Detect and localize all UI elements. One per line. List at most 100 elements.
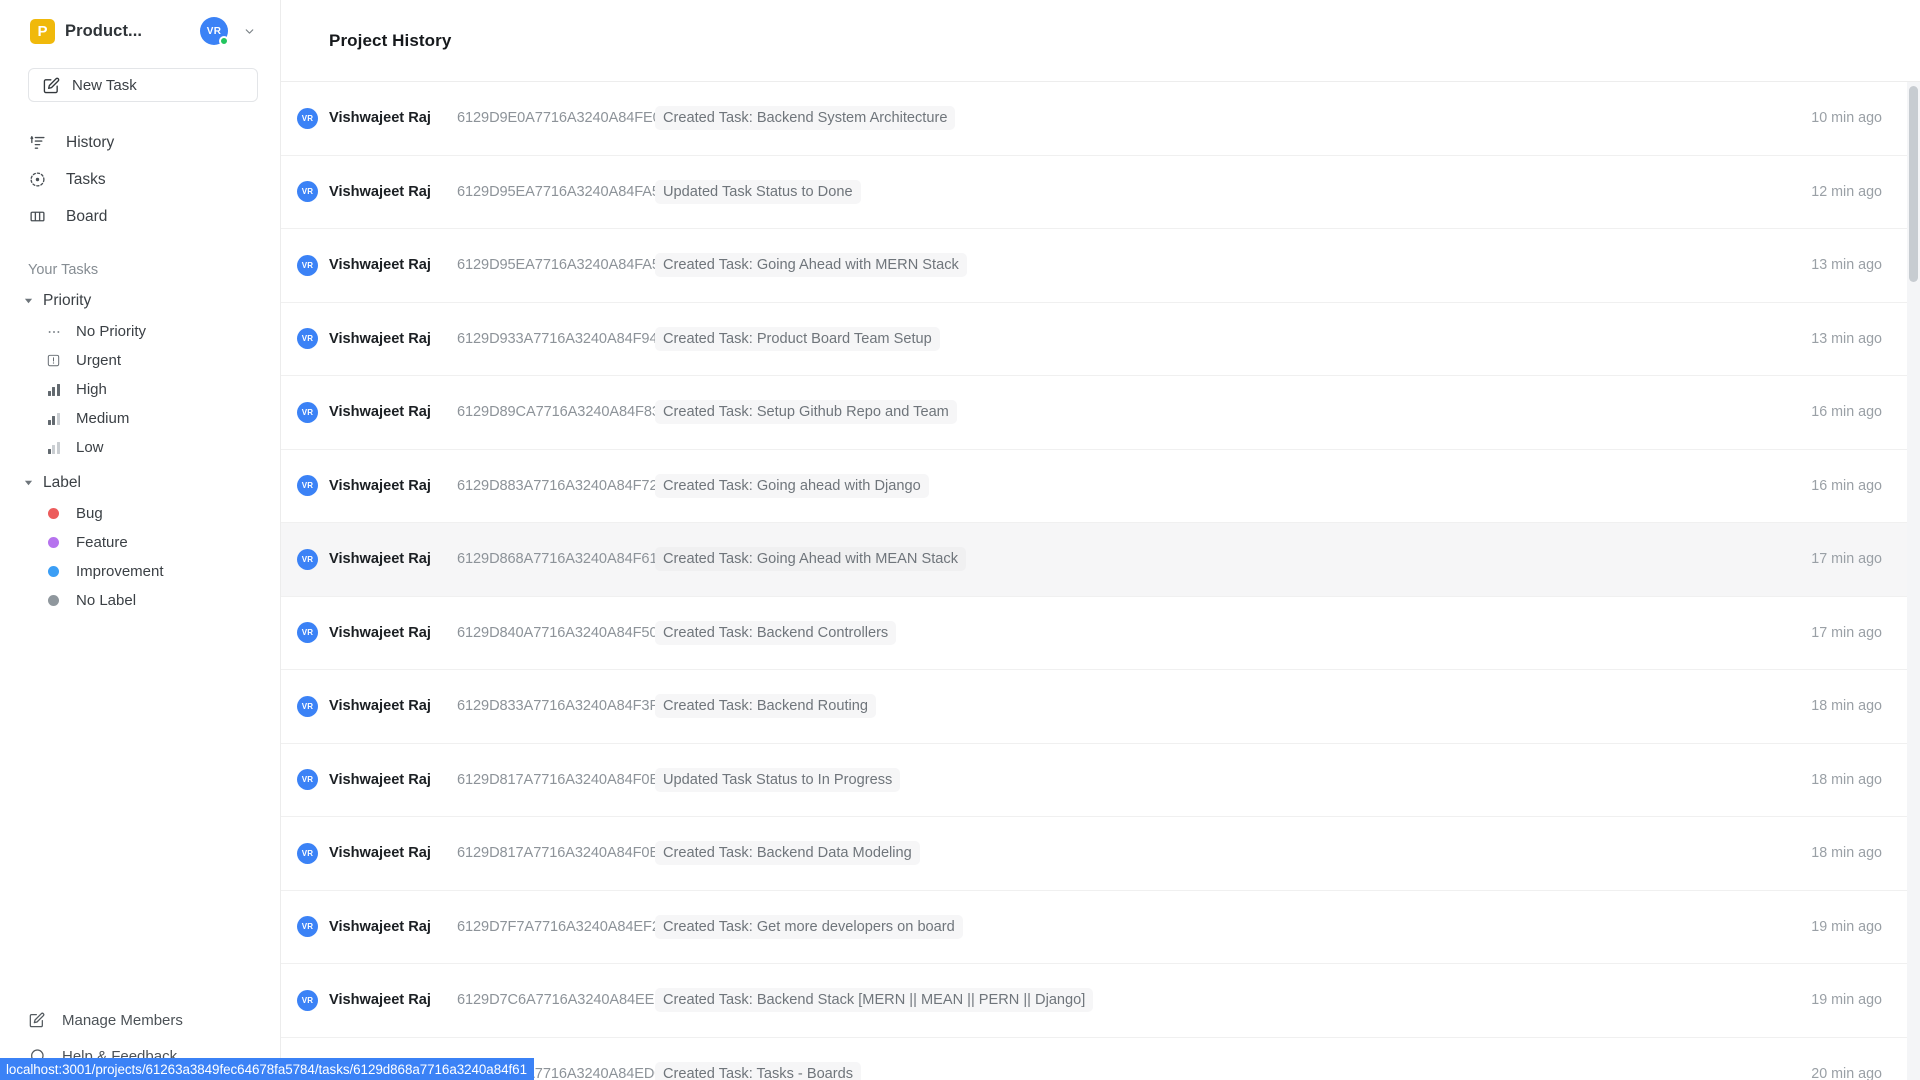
sidebar-item-medium[interactable]: Medium — [0, 404, 280, 433]
history-row-user: Vishwajeet Raj — [329, 551, 431, 568]
history-row[interactable]: VR Vishwajeet Raj 6129D933A7716A3240A84F94… — [281, 303, 1920, 376]
sidebar-item-low[interactable]: Low — [0, 433, 280, 462]
sidebar-item-board-label: Board — [66, 207, 108, 225]
your-tasks-section-title: Your Tasks — [28, 262, 99, 278]
sidebar-item-board[interactable]: Board — [0, 198, 280, 235]
history-row[interactable]: VR Vishwajeet Raj 6129D7F7A7716A3240A84EF2… — [281, 891, 1920, 964]
history-row-user: Vishwajeet Raj — [329, 404, 431, 421]
history-row-task-id: 6129D7F7A7716A3240A84EF2 — [457, 918, 660, 935]
history-row-time: 16 min ago — [1811, 404, 1882, 421]
history-row[interactable]: VR Vishwajeet Raj 6129D833A7716A3240A84F3F… — [281, 670, 1920, 744]
workspace-logo: P — [30, 18, 55, 44]
avatar: VR — [297, 254, 318, 276]
history-row-action: Updated Task Status to Done — [655, 179, 861, 204]
avatar: VR — [297, 107, 318, 129]
triangle-down-icon — [22, 477, 34, 489]
label-color-dot-icon — [46, 535, 61, 550]
label-group-header[interactable]: Label — [0, 466, 280, 499]
workspace-header[interactable]: P Product... VR — [0, 0, 280, 62]
sidebar-item-improvement[interactable]: Improvement — [0, 557, 280, 586]
sidebar-item-tasks[interactable]: Tasks — [0, 161, 280, 198]
history-row-time: 18 min ago — [1811, 698, 1882, 715]
history-row-time: 13 min ago — [1811, 330, 1882, 347]
sidebar-item-no-priority-label: No Priority — [76, 323, 147, 340]
history-row-action: Created Task: Backend System Architectur… — [655, 106, 956, 131]
history-row[interactable]: VR Vishwajeet Raj 6129D817A7716A3240A84F0E… — [281, 817, 1920, 891]
history-row-action: Updated Task Status to In Progress — [655, 767, 901, 792]
sidebar-item-improvement-label: Improvement — [76, 563, 164, 580]
edit-square-icon — [28, 1011, 46, 1029]
history-row-user: Vishwajeet Raj — [329, 624, 431, 641]
history-row-user: Vishwajeet Raj — [329, 110, 431, 127]
sidebar-item-no-label-label: No Label — [76, 592, 137, 609]
avatar[interactable]: VR — [200, 17, 229, 46]
sidebar-item-history-label: History — [66, 133, 115, 151]
workspace-name: Product... — [65, 21, 143, 40]
sidebar-item-tasks-label: Tasks — [66, 170, 106, 188]
history-row[interactable]: VR Vishwajeet Raj 6129D868A7716A3240A84F61… — [281, 523, 1920, 597]
new-task-button[interactable]: New Task — [28, 68, 258, 102]
avatar: VR — [297, 622, 318, 644]
history-row-action: Created Task: Going Ahead with MEAN Stac… — [655, 547, 966, 572]
history-row-time: 17 min ago — [1811, 551, 1882, 568]
history-row[interactable]: VR Vishwajeet Raj 6129D883A7716A3240A84F72… — [281, 450, 1920, 523]
history-row[interactable]: VR Vishwajeet Raj 6129D89CA7716A3240A84F83… — [281, 376, 1920, 450]
history-row-task-id: 6129D89CA7716A3240A84F83 — [457, 404, 660, 421]
history-row-task-id: 6129D817A7716A3240A84F0E — [457, 771, 660, 788]
sidebar-item-high[interactable]: High — [0, 375, 280, 404]
avatar: VR — [297, 695, 318, 717]
history-row-time: 19 min ago — [1811, 918, 1882, 935]
label-group-label: Label — [43, 473, 81, 491]
sidebar-item-no-priority[interactable]: No Priority — [0, 317, 280, 346]
status-bar-url: localhost:3001/projects/61263a3849fec646… — [0, 1058, 534, 1080]
sidebar-item-urgent-label: Urgent — [76, 352, 122, 369]
manage-members-button[interactable]: Manage Members — [0, 1002, 280, 1038]
history-row-time: 18 min ago — [1811, 771, 1882, 788]
history-row-action: Created Task: Backend Stack [MERN || MEA… — [655, 988, 1094, 1013]
scrollbar-thumb[interactable] — [1909, 86, 1918, 282]
history-row-task-id: 6129D817A7716A3240A84F0E — [457, 845, 660, 862]
page-title: Project History — [329, 30, 452, 50]
history-row-time: 12 min ago — [1811, 183, 1882, 200]
label-color-dot-icon — [46, 506, 61, 521]
history-row-user: Vishwajeet Raj — [329, 918, 431, 935]
avatar: VR — [297, 475, 318, 497]
sidebar-item-no-label[interactable]: No Label — [0, 586, 280, 615]
avatar: VR — [297, 989, 318, 1011]
avatar: VR — [297, 769, 318, 791]
triangle-down-icon — [22, 295, 34, 307]
sidebar-item-feature[interactable]: Feature — [0, 528, 280, 557]
sidebar-item-bug[interactable]: Bug — [0, 499, 280, 528]
chevron-down-icon[interactable] — [240, 22, 258, 40]
history-row[interactable]: VR Vishwajeet Raj 6129D7C6A7716A3240A84EE1… — [281, 964, 1920, 1038]
history-row[interactable]: VR Vishwajeet Raj 6129D95EA7716A3240A84FA5… — [281, 229, 1920, 303]
history-row-task-id: 6129D833A7716A3240A84F3F — [457, 698, 659, 715]
history-row-action: Created Task: Backend Data Modeling — [655, 841, 920, 866]
avatar: VR — [297, 916, 318, 938]
history-row-time: 17 min ago — [1811, 624, 1882, 641]
bars-high-icon — [46, 382, 61, 397]
history-row-action: Created Task: Product Board Team Setup — [655, 326, 940, 351]
sidebar-item-history[interactable]: History — [0, 124, 280, 161]
app-root: P Product... VR New Task History Tasks B… — [0, 0, 1920, 1080]
sidebar-item-bug-label: Bug — [76, 505, 103, 522]
label-color-dot-icon — [46, 564, 61, 579]
edit-square-icon — [43, 77, 60, 94]
history-row-task-id: 6129D95EA7716A3240A84FA5 — [457, 257, 660, 274]
bars-low-icon — [46, 440, 61, 455]
avatar: VR — [297, 548, 318, 570]
history-row[interactable]: VR Vishwajeet Raj 6129D9E0A7716A3240A84FE0… — [281, 82, 1920, 156]
history-row[interactable]: VR Vishwajeet Raj 6129D817A7716A3240A84F0E… — [281, 744, 1920, 817]
sidebar-item-urgent[interactable]: Urgent — [0, 346, 280, 375]
history-row-user: Vishwajeet Raj — [329, 183, 431, 200]
sidebar-item-medium-label: Medium — [76, 410, 130, 427]
new-task-label: New Task — [72, 76, 137, 94]
primary-nav: History Tasks Board — [0, 124, 280, 235]
sidebar-item-high-label: High — [76, 381, 107, 398]
history-row[interactable]: VR Vishwajeet Raj 6129D840A7716A3240A84F50… — [281, 597, 1920, 670]
history-row-time: 18 min ago — [1811, 845, 1882, 862]
history-row[interactable]: VR Vishwajeet Raj 6129D95EA7716A3240A84FA5… — [281, 156, 1920, 229]
history-row-task-id: 6129D7C6A7716A3240A84EE1 — [457, 992, 663, 1009]
priority-group-header[interactable]: Priority — [0, 284, 280, 317]
history-row-action: Created Task: Going ahead with Django — [655, 473, 929, 498]
